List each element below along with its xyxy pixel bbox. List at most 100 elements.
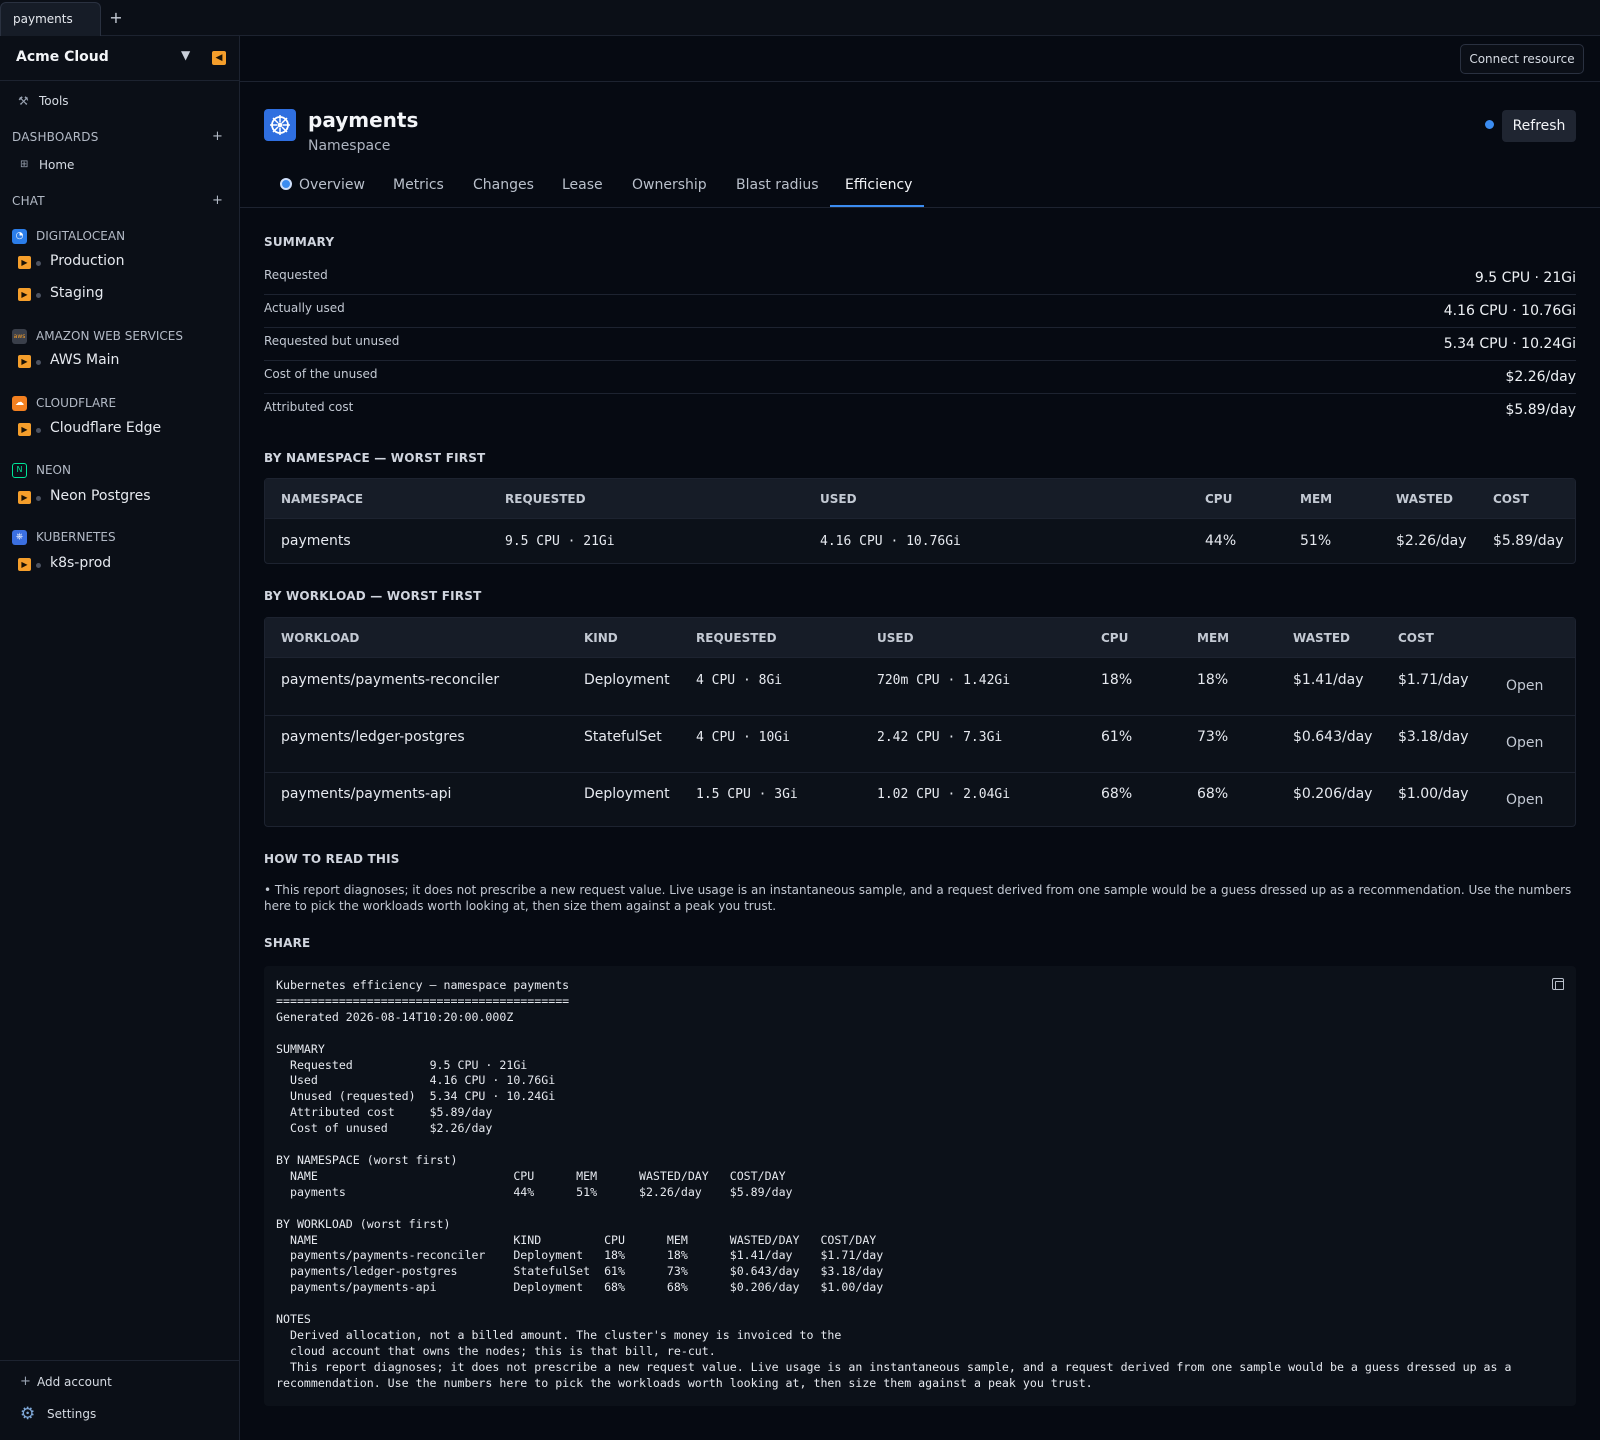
open-workload-button[interactable]: Open: [1506, 735, 1543, 751]
tab-blast-radius[interactable]: Blast radius: [736, 177, 819, 193]
summary-row: Actually used 4.16 CPU · 10.76Gi: [264, 295, 1576, 328]
tab-overview[interactable]: Overview: [280, 177, 365, 193]
sidebar-item-staging[interactable]: ▶ Staging: [0, 282, 239, 308]
sidebar-item-home[interactable]: ⊞ Home: [0, 152, 239, 178]
sidebar-item-tools[interactable]: ⚒ Tools: [0, 88, 239, 114]
open-workload-button[interactable]: Open: [1506, 678, 1543, 694]
sidebar-item-aws-main[interactable]: ▶ AWS Main: [0, 349, 239, 375]
summary-key: Requested: [264, 268, 328, 282]
wasted-cell: $0.643/day: [1293, 729, 1373, 745]
sidebar-item-cloudflare-edge[interactable]: ▶ Cloudflare Edge: [0, 417, 239, 443]
table-row[interactable]: payments/ledger-postgres StatefulSet 4 C…: [265, 716, 1575, 773]
plus-icon: +: [20, 1374, 31, 1389]
sidebar: Acme Cloud ▼ ◀ ⚒ Tools DASHBOARDS + ⊞ Ho…: [0, 36, 240, 1440]
requested-cell: 4 CPU · 10Gi: [696, 730, 790, 745]
kubernetes-icon: ⎈: [12, 530, 27, 545]
column-header: USED: [877, 631, 914, 645]
browser-tab-payments[interactable]: payments: [0, 2, 101, 36]
summary-key: Requested but unused: [264, 334, 400, 348]
provider-label: CLOUDFLARE: [36, 396, 117, 410]
mem-cell: 68%: [1197, 786, 1229, 802]
wasted-cell: $2.26/day: [1396, 533, 1467, 549]
new-tab-button[interactable]: +: [106, 6, 126, 30]
resource-icon: ▶: [18, 355, 31, 368]
tab-metrics[interactable]: Metrics: [393, 177, 444, 193]
tab-changes[interactable]: Changes: [473, 177, 534, 193]
provider-label: DIGITALOCEAN: [36, 229, 126, 243]
refresh-button[interactable]: Refresh: [1502, 110, 1576, 142]
summary-row: Cost of the unused $2.26/day: [264, 361, 1576, 394]
sidebar-item-label: AWS Main: [50, 352, 120, 368]
share-title: SHARE: [264, 936, 311, 950]
status-dot: [36, 428, 41, 433]
settings-button[interactable]: ⚙ Settings: [0, 1401, 239, 1427]
table-header: WORKLOAD KIND REQUESTED USED CPU MEM WAS…: [265, 618, 1575, 658]
aws-icon: aws: [12, 329, 27, 344]
resource-icon: ▶: [18, 288, 31, 301]
connect-resource-button[interactable]: Connect resource: [1460, 44, 1584, 74]
cpu-cell: 44%: [1205, 533, 1237, 549]
sidebar-item-production[interactable]: ▶ Production: [0, 250, 239, 276]
summary-value: 9.5 CPU · 21Gi: [1474, 270, 1576, 286]
add-chat-button[interactable]: +: [212, 193, 223, 208]
add-dashboard-button[interactable]: +: [212, 129, 223, 144]
workload-cell: payments/ledger-postgres: [281, 729, 465, 745]
active-tab-indicator: [830, 205, 924, 207]
cpu-cell: 61%: [1101, 729, 1133, 745]
provider-label: AMAZON WEB SERVICES: [36, 329, 183, 343]
summary-title: SUMMARY: [264, 235, 335, 249]
kubernetes-icon: [280, 178, 292, 190]
summary-key: Actually used: [264, 301, 345, 315]
column-header: USED: [820, 492, 857, 506]
column-header: NAMESPACE: [281, 492, 364, 506]
column-header: CPU: [1101, 631, 1129, 645]
tab-ownership[interactable]: Ownership: [632, 177, 707, 193]
kind-cell: Deployment: [584, 786, 670, 802]
summary-key: Cost of the unused: [264, 367, 378, 381]
neon-icon: N: [12, 463, 27, 478]
add-account-button[interactable]: + Add account: [0, 1369, 239, 1395]
sidebar-item-label: Cloudflare Edge: [50, 420, 162, 436]
wasted-cell: $0.206/day: [1293, 786, 1373, 802]
used-cell: 2.42 CPU · 7.3Gi: [877, 730, 1003, 745]
summary-row: Requested but unused 5.34 CPU · 10.24Gi: [264, 328, 1576, 361]
cost-cell: $1.00/day: [1398, 786, 1469, 802]
org-switcher[interactable]: Acme Cloud ▼ ◀: [0, 36, 239, 81]
sidebar-item-k8s-prod[interactable]: ▶ k8s-prod: [0, 552, 239, 578]
live-status-dot: [1485, 120, 1494, 129]
column-header: CPU: [1205, 492, 1233, 506]
tab-efficiency[interactable]: Efficiency: [845, 177, 912, 193]
digitalocean-icon: ◔: [12, 229, 27, 244]
table-row[interactable]: payments/payments-reconciler Deployment …: [265, 659, 1575, 716]
column-header: REQUESTED: [696, 631, 777, 645]
top-bar: Connect resource: [240, 36, 1600, 82]
chevron-down-icon[interactable]: ▼: [181, 48, 190, 62]
share-report-text[interactable]: Kubernetes efficiency — namespace paymen…: [276, 978, 1566, 1392]
tab-strip: payments +: [0, 0, 1600, 36]
page-title: payments: [308, 108, 419, 132]
used-cell: 720m CPU · 1.42Gi: [877, 673, 1011, 688]
grid-icon: ⊞: [20, 159, 29, 170]
summary-row: Attributed cost $5.89/day: [264, 394, 1576, 427]
open-workload-button[interactable]: Open: [1506, 792, 1543, 808]
resource-icon: ▶: [18, 423, 31, 436]
summary-row: Requested 9.5 CPU · 21Gi: [264, 262, 1576, 295]
tab-label: Overview: [299, 177, 365, 193]
tab-lease[interactable]: Lease: [562, 177, 603, 193]
table-row[interactable]: payments/payments-api Deployment 1.5 CPU…: [265, 773, 1575, 827]
status-dot: [36, 563, 41, 568]
wasted-cell: $1.41/day: [1293, 672, 1364, 688]
summary-value: 5.34 CPU · 10.24Gi: [1443, 336, 1576, 352]
collapse-sidebar-icon[interactable]: ◀: [212, 51, 226, 65]
mem-cell: 51%: [1300, 533, 1332, 549]
cpu-cell: 18%: [1101, 672, 1133, 688]
resource-icon: ▶: [18, 558, 31, 571]
provider-label: NEON: [36, 463, 71, 477]
namespace-cell: payments: [281, 533, 351, 549]
sidebar-item-neon-postgres[interactable]: ▶ Neon Postgres: [0, 485, 239, 511]
tab-bar: Overview Metrics Changes Lease Ownership…: [240, 168, 1600, 208]
used-cell: 1.02 CPU · 2.04Gi: [877, 787, 1011, 802]
table-row[interactable]: payments 9.5 CPU · 21Gi 4.16 CPU · 10.76…: [265, 520, 1575, 564]
sidebar-item-label: Neon Postgres: [50, 488, 151, 504]
column-header: COST: [1398, 631, 1434, 645]
